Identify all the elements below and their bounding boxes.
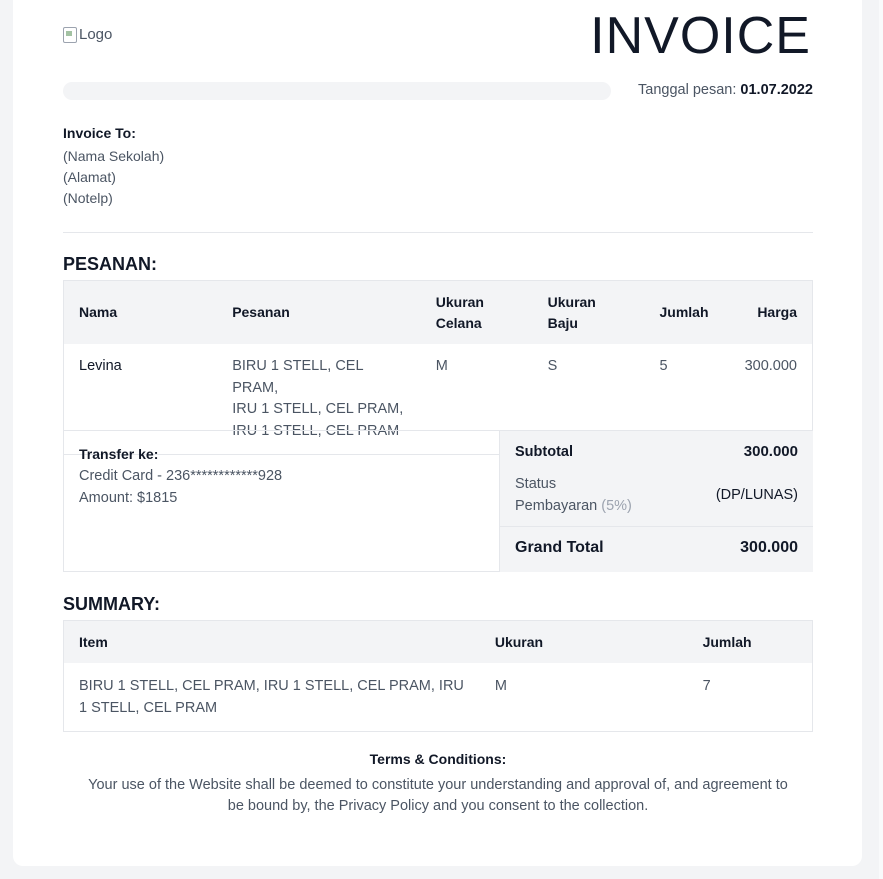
invoice-to: Invoice To: (Nama Sekolah) (Alamat) (Not… bbox=[63, 123, 164, 209]
scroll-edge bbox=[879, 0, 883, 879]
order-date-value: 01.07.2022 bbox=[740, 82, 813, 98]
transfer-label: Transfer ke: bbox=[79, 446, 159, 462]
status-label-line1: Status bbox=[515, 476, 557, 492]
col-summary-jumlah: Jumlah bbox=[687, 620, 813, 663]
pesanan-line: BIRU 1 STELL, CEL PRAM, bbox=[232, 358, 364, 396]
grand-total-value: 300.000 bbox=[740, 539, 798, 556]
grand-total-label: Grand Total bbox=[515, 539, 604, 556]
invoice-to-phone: (Notelp) bbox=[63, 190, 113, 206]
cell-ukuran: M bbox=[494, 678, 507, 694]
totals-panel: Subtotal 300.000 Status Pembayaran (5%) … bbox=[499, 431, 813, 572]
logo-image: Logo bbox=[63, 26, 112, 43]
divider bbox=[63, 232, 813, 233]
status-row: Status Pembayaran (5%) (DP/LUNAS) bbox=[515, 473, 798, 517]
pesanan-line: IRU 1 STELL, CEL PRAM, bbox=[232, 401, 404, 417]
logo-alt-text: Logo bbox=[79, 26, 113, 43]
orders-header-row: Nama Pesanan Ukuran Celana Ukuran Baju Jum… bbox=[63, 280, 813, 344]
grand-total-row: Grand Total 300.000 bbox=[515, 539, 798, 557]
invoice-to-label: Invoice To: bbox=[63, 125, 136, 141]
invoice-title: INVOICE bbox=[590, 7, 811, 65]
placeholder-bar bbox=[63, 82, 611, 100]
terms-label: Terms & Conditions: bbox=[369, 751, 507, 767]
col-ukuran-celana: Ukuran Celana bbox=[420, 280, 533, 344]
col-harga: Harga bbox=[724, 280, 813, 344]
payment-block: Transfer ke: Credit Card - 236**********… bbox=[63, 430, 813, 572]
order-date-label: Tanggal pesan: bbox=[638, 82, 737, 98]
summary-table: Item Ukuran Jumlah BIRU 1 STELL, CEL PRA… bbox=[63, 620, 813, 732]
subtotal-label: Subtotal bbox=[515, 443, 573, 460]
summary-section-title: SUMMARY: bbox=[63, 594, 160, 614]
col-ukuran: Ukuran bbox=[479, 620, 688, 663]
transfer-card: Credit Card - 236************928 bbox=[79, 468, 283, 484]
status-percent: (5%) bbox=[601, 498, 632, 514]
orders-section-title: PESANAN: bbox=[63, 254, 158, 274]
col-pesanan: Pesanan bbox=[217, 280, 421, 344]
subtotal-row: Subtotal 300.000 bbox=[515, 443, 798, 460]
invoice-to-school: (Nama Sekolah) bbox=[63, 148, 165, 164]
status-label-line2: Pembayaran bbox=[515, 498, 598, 514]
status-label: Status Pembayaran (5%) bbox=[515, 473, 632, 517]
cell-summary-jumlah: 7 bbox=[702, 678, 711, 694]
status-value: (DP/LUNAS) bbox=[715, 487, 798, 503]
summary-header-row: Item Ukuran Jumlah bbox=[63, 620, 813, 663]
transfer-info: Transfer ke: Credit Card - 236**********… bbox=[79, 443, 282, 509]
cell-item: BIRU 1 STELL, CEL PRAM, IRU 1 STELL, CEL… bbox=[79, 678, 464, 716]
subtotal-value: 300.000 bbox=[743, 443, 798, 460]
broken-image-icon bbox=[63, 26, 77, 43]
terms-text: Your use of the Website shall be deemed … bbox=[88, 777, 788, 814]
col-item: Item bbox=[63, 620, 480, 663]
table-row: BIRU 1 STELL, CEL PRAM, IRU 1 STELL, CEL… bbox=[64, 663, 813, 732]
order-date: Tanggal pesan: 01.07.2022 bbox=[638, 82, 813, 98]
orders-table: Nama Pesanan Ukuran Celana Ukuran Baju Jum… bbox=[63, 280, 813, 455]
invoice-to-address: (Alamat) bbox=[63, 169, 116, 185]
transfer-amount: Amount: $1815 bbox=[79, 490, 178, 506]
col-nama: Nama bbox=[63, 280, 218, 344]
col-ukuran-baju: Ukuran Baju bbox=[532, 280, 645, 344]
terms-block: Terms & Conditions: Your use of the Webs… bbox=[63, 751, 813, 817]
grand-total-divider bbox=[500, 526, 813, 527]
col-jumlah: Jumlah bbox=[644, 280, 725, 344]
